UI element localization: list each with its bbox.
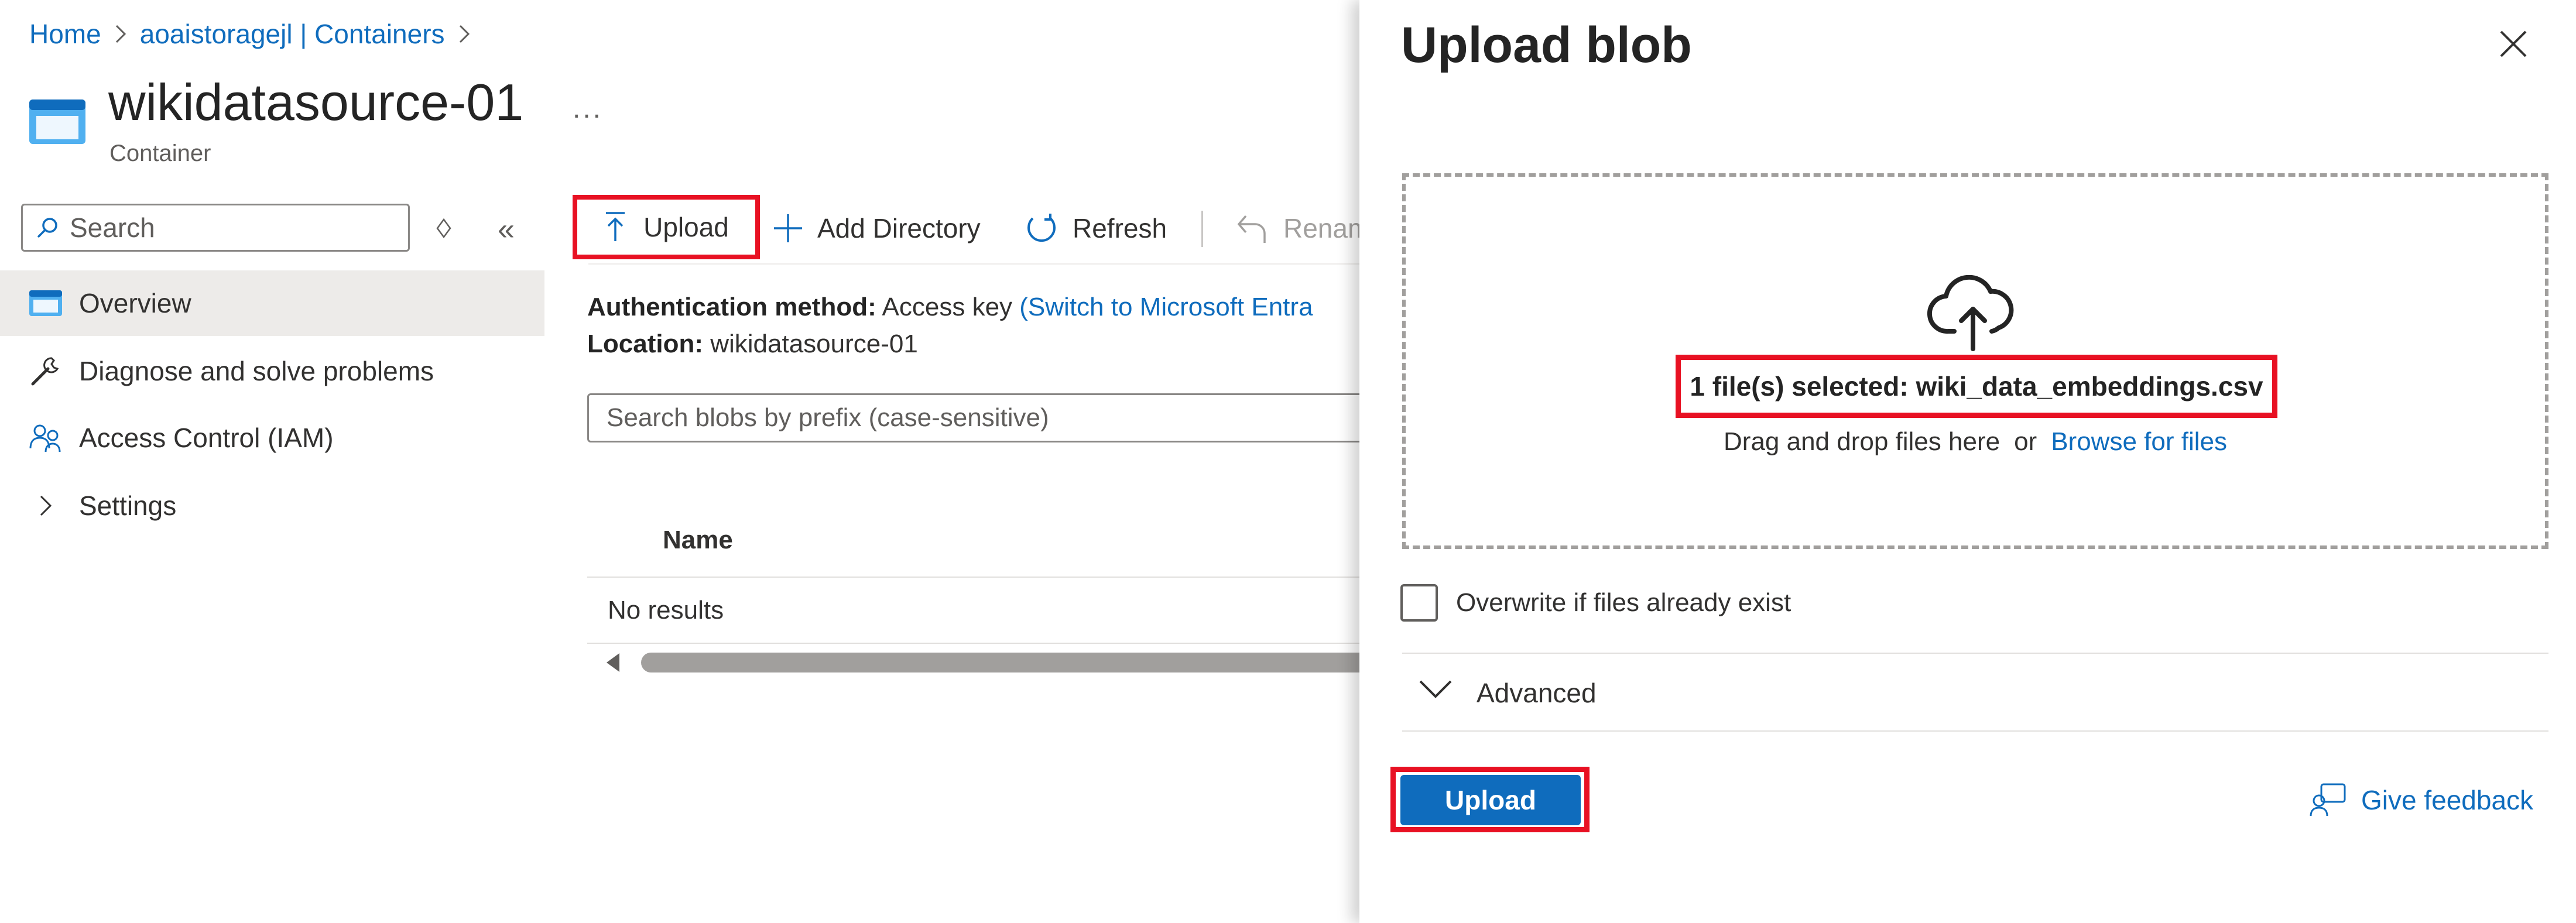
breadcrumb-containers[interactable]: aoaistoragejl | Containers [140, 18, 445, 50]
location-row: Location: wikidatasource-01 [587, 330, 918, 359]
or-text: or [2014, 427, 2037, 456]
divider [1402, 653, 2548, 654]
add-directory-label: Add Directory [817, 213, 981, 243]
rename-button[interactable]: Renam [1235, 199, 1370, 258]
refresh-label: Refresh [1073, 213, 1167, 243]
nav-search-placeholder: Search [70, 212, 155, 243]
drag-drop-row: Drag and drop files here or Browse for f… [1402, 427, 2548, 457]
rename-label: Renam [1283, 213, 1371, 243]
sidebar-item-diagnose[interactable]: Diagnose and solve problems [0, 338, 544, 404]
refresh-button[interactable]: Refresh [1025, 199, 1167, 258]
empty-state-text: No results [608, 596, 724, 625]
auth-method-value: Access key [882, 293, 1013, 321]
chevron-right-icon [458, 23, 471, 44]
collapse-nav-button[interactable]: « [498, 212, 515, 247]
horizontal-scrollbar-thumb[interactable] [641, 653, 1402, 672]
chevron-right-icon [28, 489, 63, 522]
auth-method-label: Authentication method: [587, 293, 876, 321]
table-divider [587, 577, 1407, 578]
sidebar-item-label: Settings [79, 490, 177, 521]
browse-files-link[interactable]: Browse for files [2051, 427, 2227, 457]
table-divider [587, 643, 1407, 644]
people-icon [28, 421, 63, 454]
filter-diamond-icon[interactable] [436, 218, 452, 239]
switch-auth-link[interactable]: (Switch to Microsoft Entra [1019, 293, 1313, 321]
chevron-right-icon [114, 23, 127, 44]
nav-search-input[interactable]: Search [21, 204, 410, 252]
overwrite-label[interactable]: Overwrite if files already exist [1456, 588, 1791, 617]
rename-icon [1235, 211, 1269, 245]
plus-icon [773, 213, 803, 243]
sidebar-item-overview[interactable]: Overview [0, 270, 544, 336]
give-feedback-label: Give feedback [2361, 785, 2534, 815]
page-subtitle: Container [109, 140, 211, 166]
blob-search-input[interactable]: Search blobs by prefix (case-sensitive) [587, 393, 1407, 442]
give-feedback-link[interactable]: Give feedback [2310, 783, 2533, 817]
location-value: wikidatasource-01 [710, 330, 918, 358]
toolbar-upload-label: Upload [643, 212, 729, 242]
panel-title: Upload blob [1401, 17, 1692, 73]
cloud-upload-icon [1926, 275, 2020, 351]
overwrite-checkbox[interactable] [1400, 584, 1438, 622]
divider [1402, 730, 2548, 732]
breadcrumb-home[interactable]: Home [29, 18, 101, 50]
refresh-icon [1025, 211, 1059, 245]
container-icon [28, 287, 63, 320]
chevron-down-icon[interactable] [1418, 679, 1453, 700]
sidebar-item-settings[interactable]: Settings [0, 473, 544, 538]
upload-icon [604, 211, 627, 243]
feedback-icon [2310, 783, 2346, 817]
auth-method-row: Authentication method: Access key (Switc… [587, 293, 1313, 322]
breadcrumb: Home aoaistoragejl | Containers [29, 16, 484, 52]
column-header-name[interactable]: Name [663, 526, 733, 555]
sidebar-item-iam[interactable]: Access Control (IAM) [0, 405, 544, 471]
advanced-section-toggle[interactable]: Advanced [1477, 677, 1597, 709]
sidebar-item-label: Access Control (IAM) [79, 423, 334, 453]
container-icon [28, 98, 87, 145]
toolbar-divider-line [588, 263, 1370, 265]
sidebar-item-label: Overview [79, 288, 191, 318]
scroll-left-arrow-icon[interactable] [603, 651, 623, 674]
upload-submit-button[interactable]: Upload [1400, 775, 1581, 825]
toolbar-divider [1201, 211, 1203, 247]
location-label: Location: [587, 330, 703, 358]
sidebar-item-label: Diagnose and solve problems [79, 356, 434, 386]
search-icon [36, 216, 59, 239]
wrench-icon [28, 355, 63, 387]
drag-drop-text: Drag and drop files here [1724, 427, 2000, 456]
toolbar-upload-button[interactable]: Upload [573, 195, 760, 259]
page-title: wikidatasource-01 [108, 73, 524, 131]
close-icon[interactable] [2499, 29, 2528, 59]
selected-file-text: 1 file(s) selected: wiki_data_embeddings… [1676, 355, 2277, 418]
add-directory-button[interactable]: Add Directory [773, 199, 981, 258]
more-options-button[interactable]: ... [573, 92, 603, 125]
blob-search-placeholder: Search blobs by prefix (case-sensitive) [607, 403, 1049, 432]
